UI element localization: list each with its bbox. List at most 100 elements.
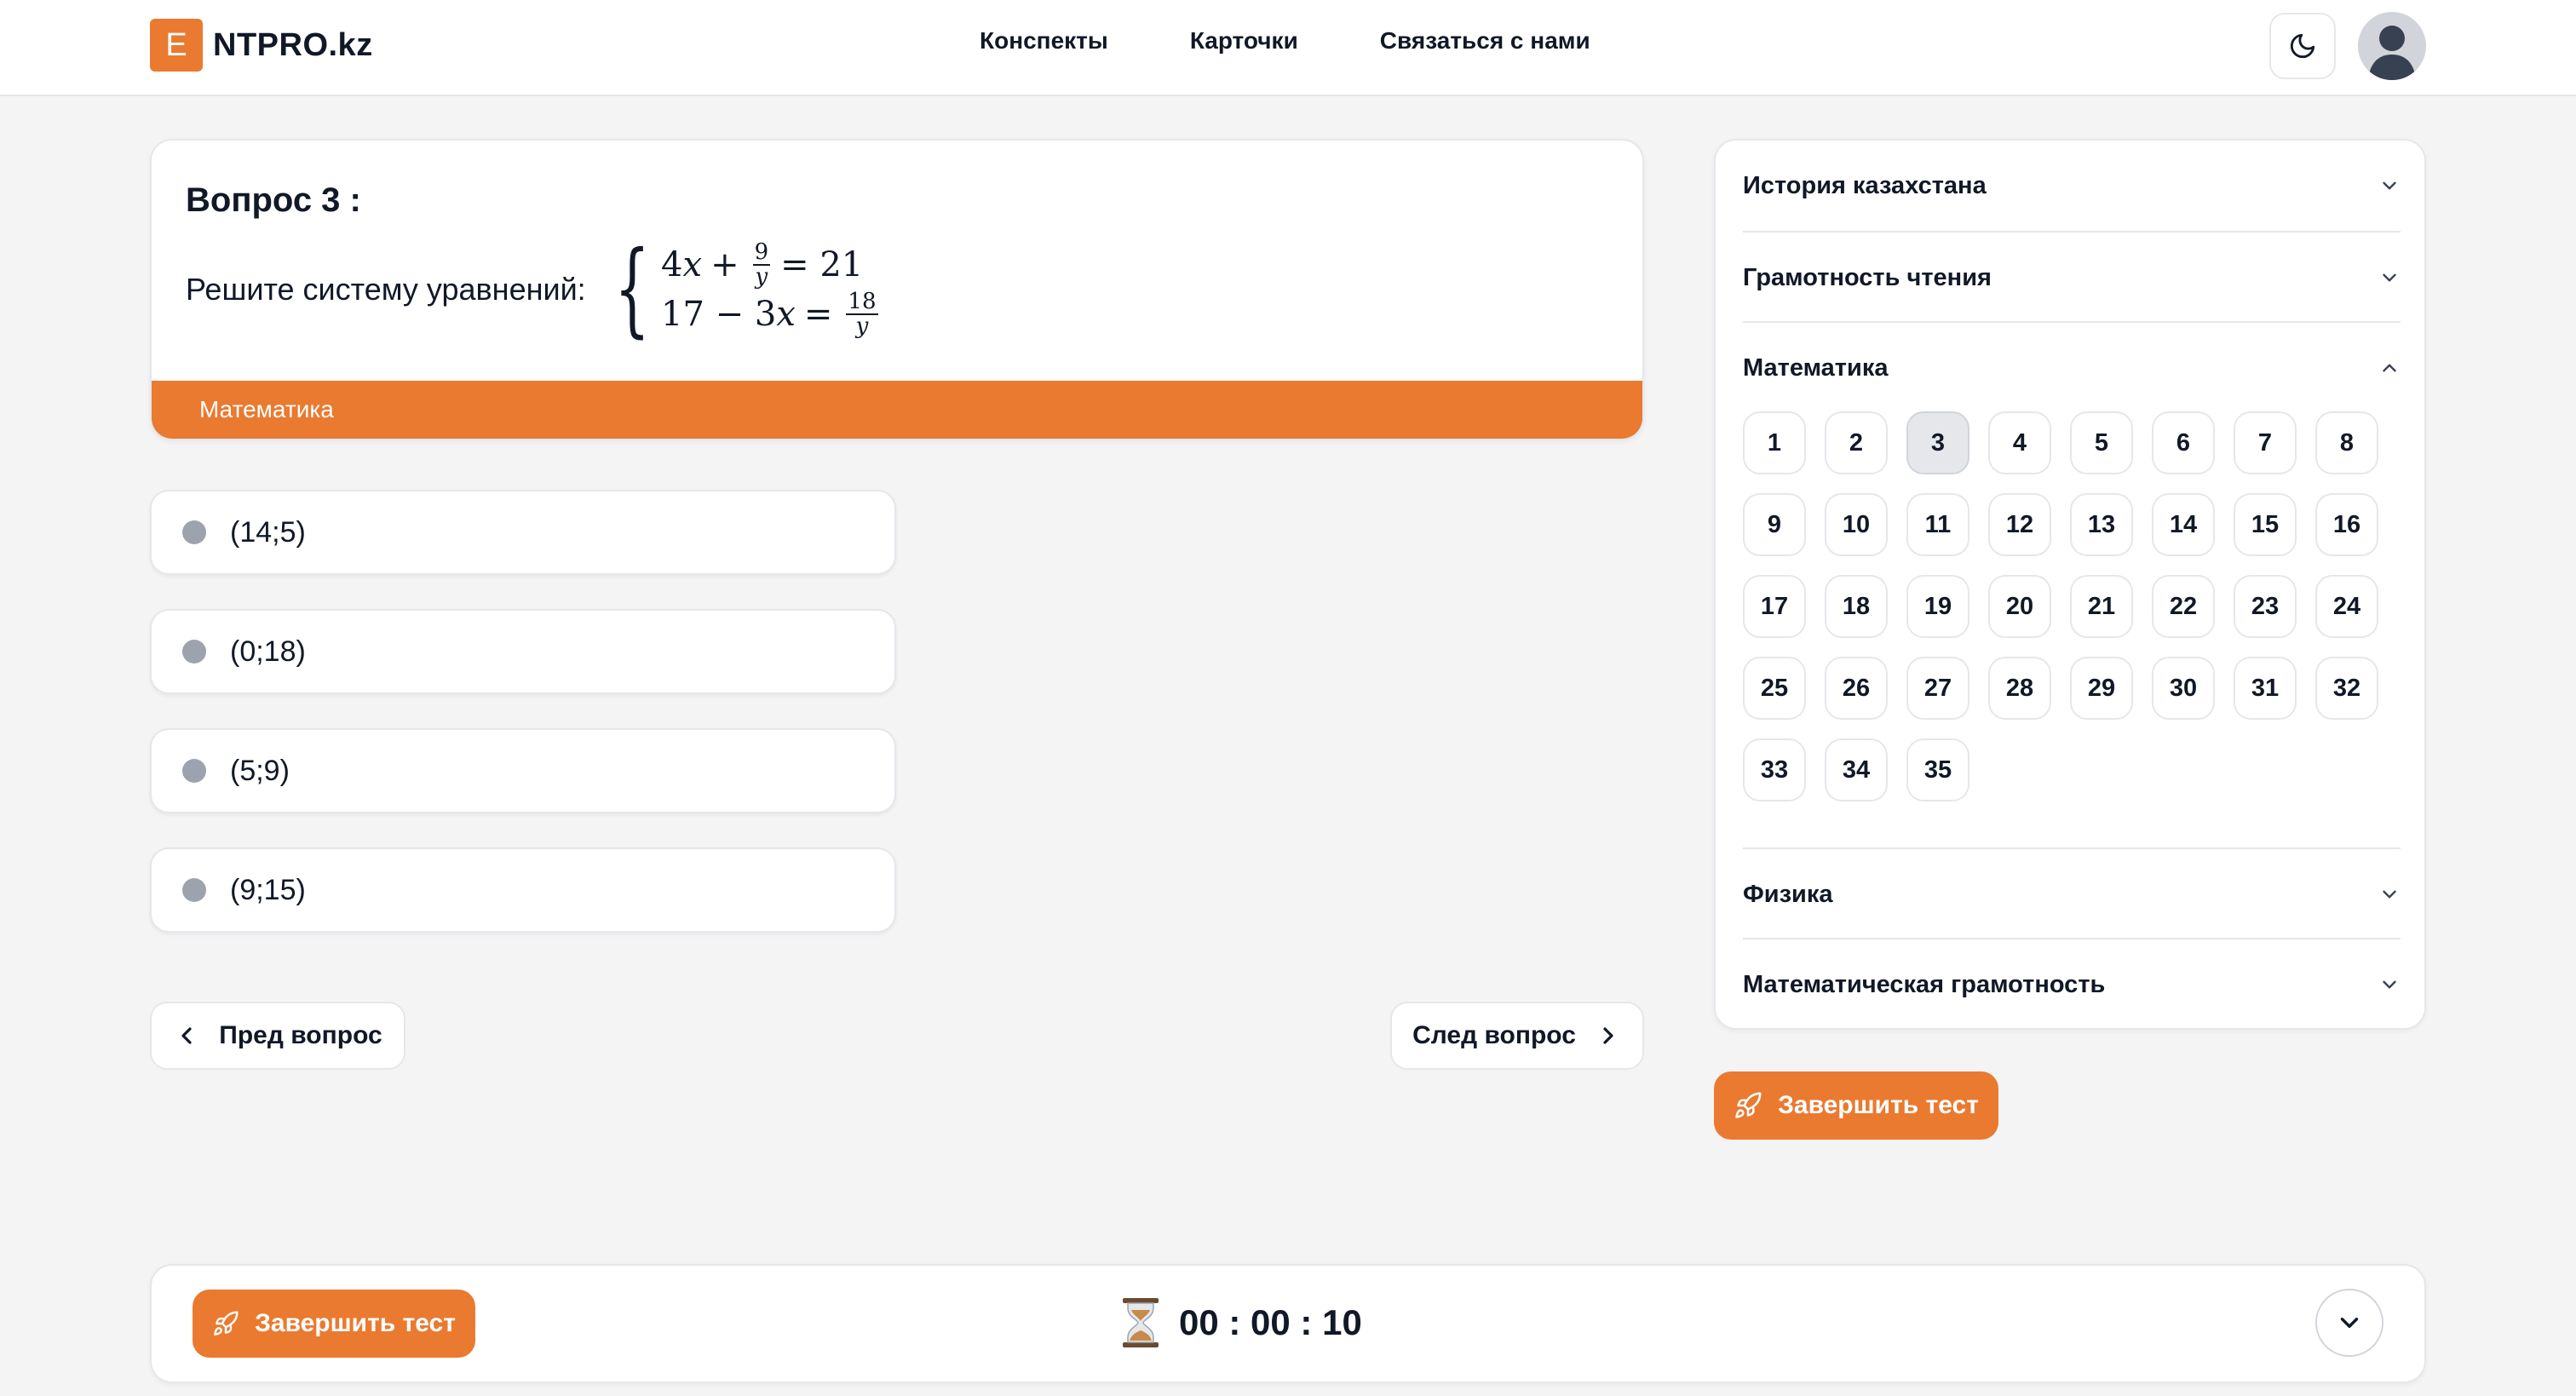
question-number-button[interactable]: 11 <box>1906 493 1969 556</box>
section-label: Математическая грамотность <box>1743 970 2106 998</box>
question-number-button[interactable]: 21 <box>2070 575 2133 638</box>
question-number-button[interactable]: 19 <box>1906 575 1969 638</box>
rocket-icon <box>1735 1092 1762 1118</box>
answer-option-4[interactable]: (9;15) <box>150 847 896 933</box>
chevron-down-icon <box>2383 273 2396 282</box>
radio-icon[interactable] <box>182 640 206 664</box>
question-number-button[interactable]: 5 <box>2070 411 2133 474</box>
section-reading-literacy[interactable]: Грамотность чтения <box>1743 233 2401 323</box>
question-number-button[interactable]: 12 <box>1988 493 2051 556</box>
question-number-button[interactable]: 17 <box>1743 575 1806 638</box>
nav-link-contact[interactable]: Связаться с нами <box>1380 27 1590 55</box>
question-number-button[interactable]: 31 <box>2234 657 2297 720</box>
collapse-footer-button[interactable] <box>2315 1289 2383 1357</box>
question-number-button[interactable]: 28 <box>1988 657 2051 720</box>
answer-label: (5;9) <box>230 754 290 787</box>
answer-label: (0;18) <box>230 635 306 668</box>
timer: 00 : 00 : 10 <box>1121 1298 1362 1347</box>
question-number-button[interactable]: 8 <box>2315 411 2378 474</box>
section-label: Грамотность чтения <box>1743 263 1992 291</box>
section-physics[interactable]: Физика <box>1743 849 2401 939</box>
avatar[interactable] <box>2358 12 2426 80</box>
theme-toggle-button[interactable] <box>2269 13 2336 79</box>
question-number-button[interactable]: 22 <box>2152 575 2215 638</box>
question-number-button[interactable]: 9 <box>1743 493 1806 556</box>
question-number-button[interactable]: 29 <box>2070 657 2133 720</box>
equation-system: { 4x + 9 y = 21 17 − 3x = 18 y <box>600 238 883 341</box>
question-number-button[interactable]: 25 <box>1743 657 1806 720</box>
nav-link-notes[interactable]: Конспекты <box>980 27 1108 55</box>
question-number-button[interactable]: 3 <box>1906 411 1969 474</box>
question-card: Вопрос 3 : Решите систему уравнений: { 4… <box>150 139 1644 440</box>
question-number-button[interactable]: 6 <box>2152 411 2215 474</box>
chevron-up-icon <box>2383 364 2396 372</box>
fraction-9-y: 9 y <box>752 238 771 290</box>
next-question-label: След вопрос <box>1412 1021 1576 1049</box>
question-number-button[interactable]: 13 <box>2070 493 2133 556</box>
chevron-down-icon <box>2383 980 2396 989</box>
section-label: Математика <box>1743 353 1889 382</box>
top-header: E NTPRO.kz Конспекты Карточки Связаться … <box>0 0 2576 96</box>
question-number-button[interactable]: 16 <box>2315 493 2378 556</box>
chevron-right-icon <box>1603 1027 1613 1044</box>
question-number-button[interactable]: 35 <box>1906 738 1969 801</box>
answer-option-2[interactable]: (0;18) <box>150 609 896 694</box>
finish-test-button-footer[interactable]: Завершить тест <box>193 1290 475 1358</box>
main-nav: Конспекты Карточки Связаться с нами <box>980 27 1672 55</box>
question-number-button[interactable]: 15 <box>2234 493 2297 556</box>
section-math-literacy[interactable]: Математическая грамотность <box>1743 939 2401 1030</box>
question-number-button[interactable]: 7 <box>2234 411 2297 474</box>
chevron-left-icon <box>181 1027 192 1044</box>
section-label: История казахстана <box>1743 171 1987 199</box>
chevron-down-icon <box>2383 181 2396 190</box>
subjects-sidebar: История казахстана Грамотность чтения Ма… <box>1714 139 2426 1030</box>
question-number-button[interactable]: 32 <box>2315 657 2378 720</box>
question-number-button[interactable]: 18 <box>1825 575 1888 638</box>
radio-icon[interactable] <box>182 878 206 902</box>
question-number-button[interactable]: 33 <box>1743 738 1806 801</box>
question-number-button[interactable]: 20 <box>1988 575 2051 638</box>
equation-1: 4x + 9 y = 21 <box>661 238 864 290</box>
fraction-18-y: 18 y <box>846 288 878 339</box>
moon-icon <box>2290 33 2315 59</box>
finish-test-label: Завершить тест <box>255 1309 456 1337</box>
logo-mark: E <box>150 19 203 72</box>
logo[interactable]: E NTPRO.kz <box>150 19 373 72</box>
finish-test-button[interactable]: Завершить тест <box>1714 1071 1998 1140</box>
rocket-icon <box>214 1311 239 1336</box>
brace-symbol: { <box>613 230 650 348</box>
question-number-button[interactable]: 14 <box>2152 493 2215 556</box>
question-number-button[interactable]: 10 <box>1825 493 1888 556</box>
answer-option-3[interactable]: (5;9) <box>150 728 896 813</box>
answer-label: (9;15) <box>230 873 306 906</box>
question-number-button[interactable]: 34 <box>1825 738 1888 801</box>
answer-label: (14;5) <box>230 515 306 549</box>
nav-link-cards[interactable]: Карточки <box>1190 27 1298 55</box>
answer-option-1[interactable]: (14;5) <box>150 490 896 575</box>
question-number-button[interactable]: 26 <box>1825 657 1888 720</box>
section-math[interactable]: Математика <box>1743 323 2401 413</box>
equation-2: 17 − 3x = 18 y <box>661 288 878 339</box>
question-prompt: Решите систему уравнений: <box>186 272 586 307</box>
question-number-button[interactable]: 24 <box>2315 575 2378 638</box>
question-number-button[interactable]: 27 <box>1906 657 1969 720</box>
question-number-button[interactable]: 23 <box>2234 575 2297 638</box>
question-number-button[interactable]: 1 <box>1743 411 1806 474</box>
hourglass-icon <box>1123 1298 1159 1347</box>
section-history-kz[interactable]: История казахстана <box>1743 141 2401 231</box>
question-body: Решите систему уравнений: { 4x + 9 y = 2… <box>186 234 883 345</box>
radio-icon[interactable] <box>182 759 206 783</box>
finish-test-label: Завершить тест <box>1778 1091 1979 1119</box>
section-label: Физика <box>1743 880 1833 908</box>
prev-question-label: Пред вопрос <box>219 1021 382 1049</box>
next-question-button[interactable]: След вопрос <box>1390 1002 1644 1070</box>
question-title: Вопрос 3 : <box>186 181 361 219</box>
timer-text: 00 : 00 : 10 <box>1179 1302 1362 1342</box>
question-number-button[interactable]: 2 <box>1825 411 1888 474</box>
question-number-button[interactable]: 30 <box>2152 657 2215 720</box>
question-number-button[interactable]: 4 <box>1988 411 2051 474</box>
prev-question-button[interactable]: Пред вопрос <box>150 1002 405 1070</box>
chevron-down-icon <box>2340 1318 2359 1328</box>
logo-text: NTPRO.kz <box>213 26 373 63</box>
radio-icon[interactable] <box>182 520 206 544</box>
